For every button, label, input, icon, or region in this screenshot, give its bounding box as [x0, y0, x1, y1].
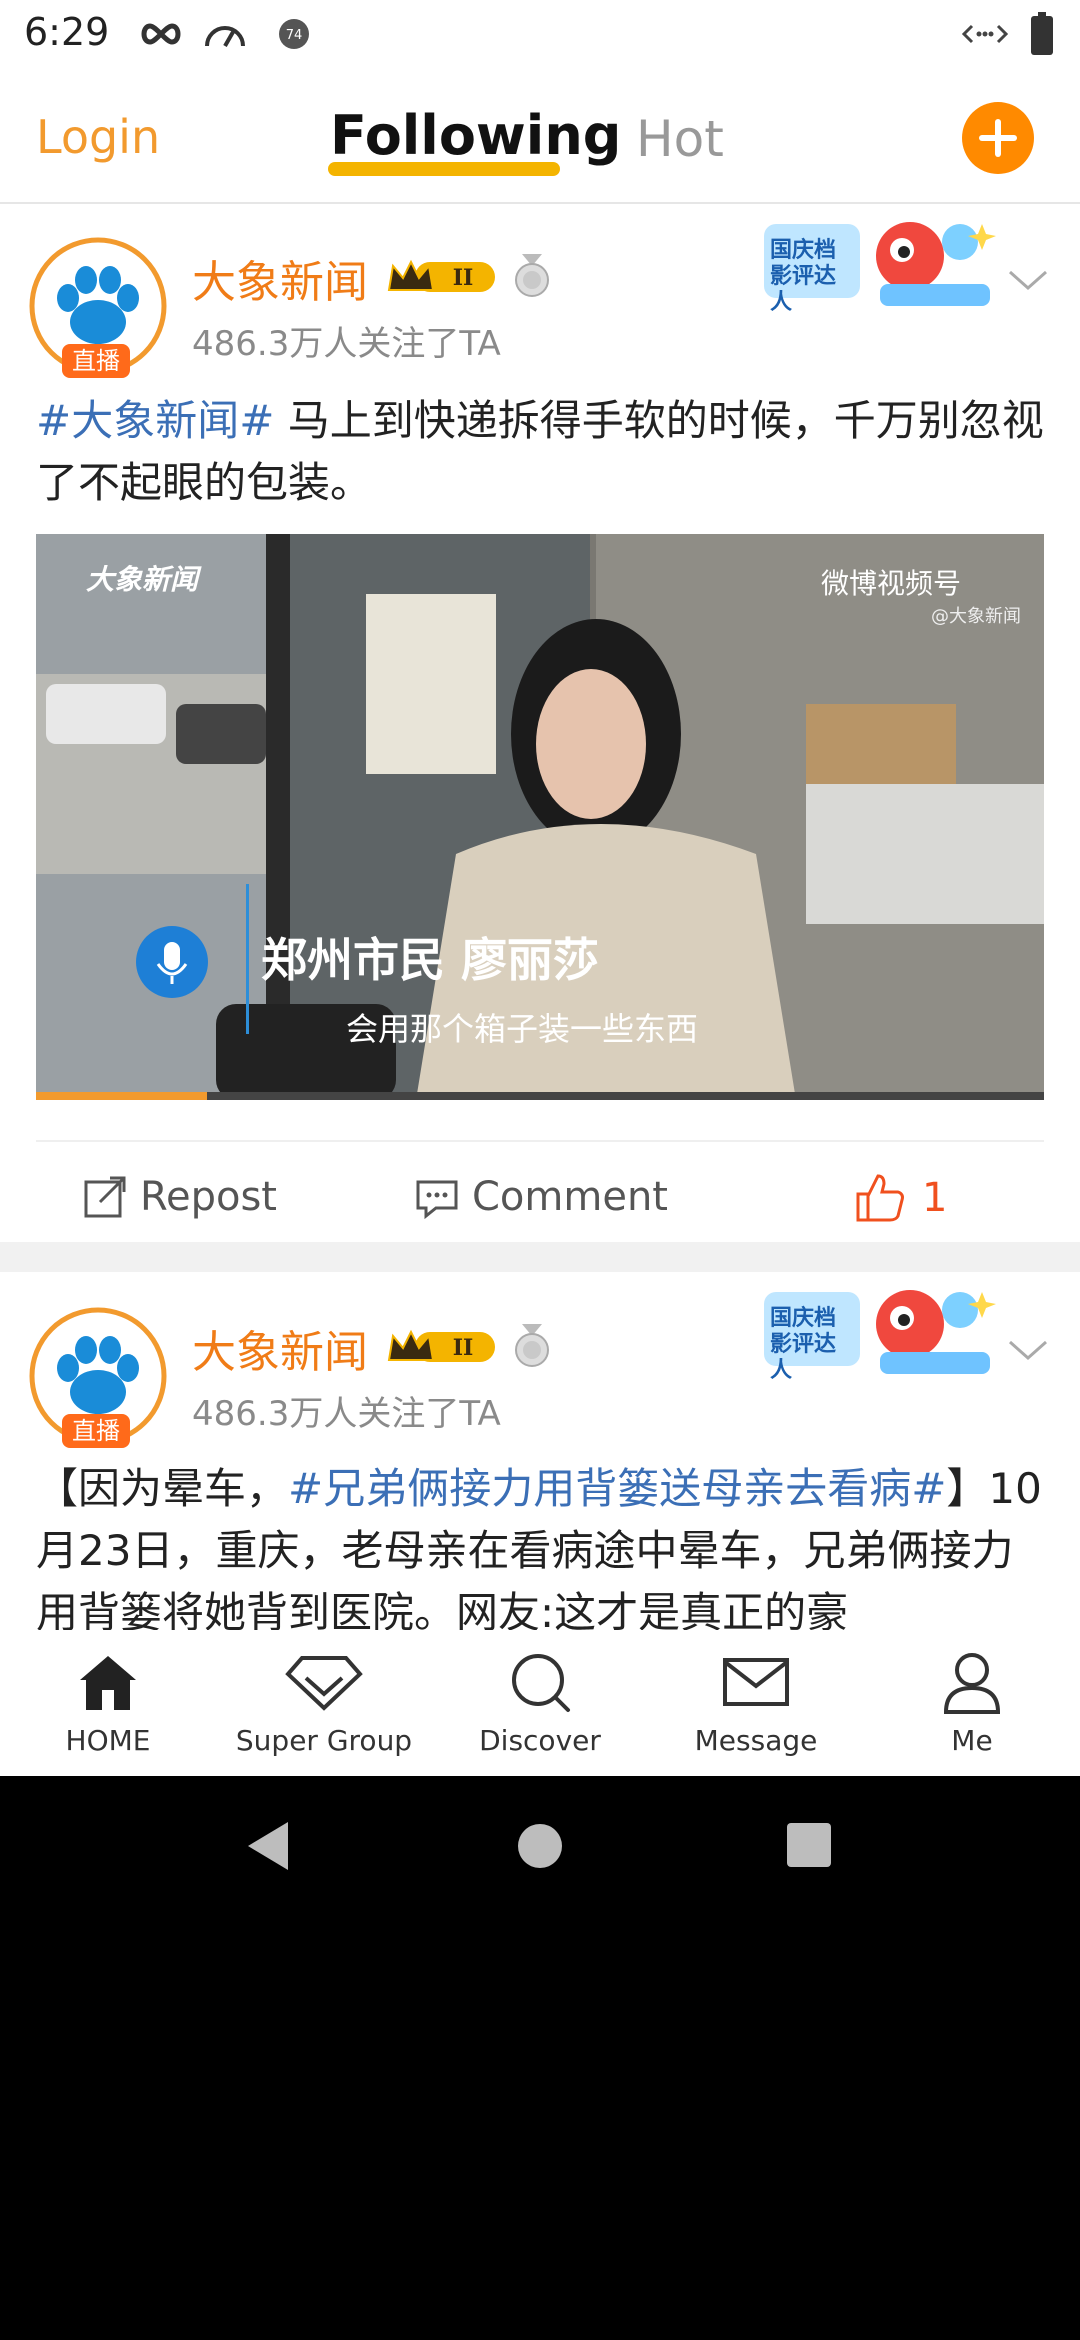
login-link[interactable]: Login: [36, 110, 160, 164]
person-icon: [943, 1653, 1001, 1714]
system-nav-bar: [0, 1776, 1080, 1916]
post-separator: [0, 1242, 1080, 1272]
svg-text:II: II: [453, 1335, 474, 1361]
repost-label: Repost: [140, 1174, 277, 1220]
promo-sticker[interactable]: 国庆档影评达人: [760, 1282, 1000, 1392]
back-icon[interactable]: [242, 1818, 292, 1874]
follower-count: 486.3万人关注了TA: [192, 324, 501, 364]
chevron-down-icon[interactable]: [1006, 264, 1050, 294]
comment-label: Comment: [472, 1174, 668, 1220]
medal-icon: [515, 1324, 549, 1367]
bottom-tab-bar: HOME Super Group Discover Message Me: [0, 1630, 1080, 1776]
post-body-prefix: 【因为晕车，: [36, 1464, 289, 1513]
tab-label: Message: [694, 1724, 818, 1757]
tab-label: Super Group: [235, 1724, 413, 1757]
tab-label: Me: [951, 1724, 993, 1757]
crown-level-icon: II: [387, 259, 495, 292]
username[interactable]: 大象新闻: [192, 246, 368, 310]
tab-message[interactable]: Message: [666, 1650, 846, 1757]
search-icon: [512, 1654, 570, 1712]
speedometer-icon: [205, 26, 245, 47]
home-icon: [80, 1656, 136, 1710]
svg-text:74: 74: [286, 28, 303, 43]
tab-super-group[interactable]: Super Group: [234, 1650, 414, 1757]
tab-following[interactable]: Following: [330, 104, 621, 167]
home-circle-icon[interactable]: [516, 1822, 564, 1870]
tab-label: Discover: [479, 1724, 601, 1757]
tab-home[interactable]: HOME: [18, 1650, 198, 1757]
comment-icon: [416, 1180, 458, 1220]
comment-button[interactable]: Comment: [414, 1172, 668, 1220]
battery-icon: [1031, 12, 1053, 55]
feed-post: 直播 大象新闻 II 486.3万人关注了TA 国庆档影评达人: [0, 1276, 1080, 1630]
like-button[interactable]: 1: [854, 1172, 947, 1224]
compose-button[interactable]: [962, 102, 1034, 174]
promo-sticker-text: 国庆档影评达人: [770, 1306, 837, 1383]
diamond-icon: [285, 1656, 363, 1711]
post-text: #大象新闻# 马上到快递拆得手软的时候，千万别忽视了不起眼的包装。: [36, 390, 1046, 514]
repost-icon: [84, 1176, 126, 1218]
tab-hot[interactable]: Hot: [636, 110, 724, 168]
repost-button[interactable]: Repost: [82, 1172, 277, 1220]
video-progress-fill: [36, 1092, 208, 1100]
live-badge: 直播: [62, 344, 130, 378]
svg-text:II: II: [453, 265, 474, 291]
weibo-app: 6:29 74 Login Following Hot 直播 大象新闻 II 4…: [0, 0, 1080, 1776]
status-time: 6:29: [24, 10, 110, 54]
medal-icon: [515, 254, 549, 297]
follower-count: 486.3万人关注了TA: [192, 1394, 501, 1434]
tab-discover[interactable]: Discover: [450, 1650, 630, 1757]
caption-name: 郑州市民 廖丽莎: [261, 933, 600, 987]
like-count: 1: [922, 1175, 948, 1221]
top-nav: Login Following Hot: [0, 70, 1080, 204]
logo-watermark: 大象新闻: [86, 563, 199, 596]
microphone-icon: [136, 926, 208, 998]
recents-icon[interactable]: [786, 1822, 832, 1868]
thumbs-up-icon: [856, 1174, 904, 1222]
notification-badge-icon: 74: [279, 19, 309, 49]
promo-sticker[interactable]: 国庆档影评达人: [760, 214, 1000, 324]
post-actions: Repost Comment 1: [36, 1140, 1044, 1252]
video-watermark-sub: @大象新闻: [931, 606, 1021, 627]
caption-subtitle: 会用那个箱子装一些东西: [346, 1010, 699, 1048]
promo-sticker-text: 国庆档影评达人: [770, 238, 837, 315]
username[interactable]: 大象新闻: [192, 1316, 368, 1380]
chevron-down-icon[interactable]: [1006, 1334, 1050, 1364]
hashtag-link[interactable]: #大象新闻#: [36, 396, 274, 445]
feed-post: 直播 大象新闻 II 486.3万人关注了TA 国庆档影评达人: [0, 204, 1080, 1242]
live-badge: 直播: [62, 1414, 130, 1448]
tab-label: HOME: [65, 1724, 151, 1757]
video-player[interactable]: 大象新闻 微博视频号 @大象新闻 郑州市民 廖丽莎 会用那个箱子装一些东西: [36, 534, 1044, 1100]
plus-icon: [979, 119, 1017, 157]
video-watermark: 微博视频号: [821, 567, 962, 600]
hashtag-link[interactable]: #兄弟俩接力用背篓送母亲去看病#: [288, 1464, 946, 1513]
tab-me[interactable]: Me: [882, 1650, 1062, 1757]
data-arrows-icon: [962, 24, 1008, 44]
post-text: 【因为晕车，#兄弟俩接力用背篓送母亲去看病#】10月23日，重庆，老母亲在看病途…: [36, 1458, 1046, 1630]
infinity-icon: [141, 23, 181, 45]
mail-icon: [723, 1658, 789, 1706]
status-bar: 6:29 74: [0, 0, 1080, 70]
crown-level-icon: II: [387, 1329, 495, 1362]
